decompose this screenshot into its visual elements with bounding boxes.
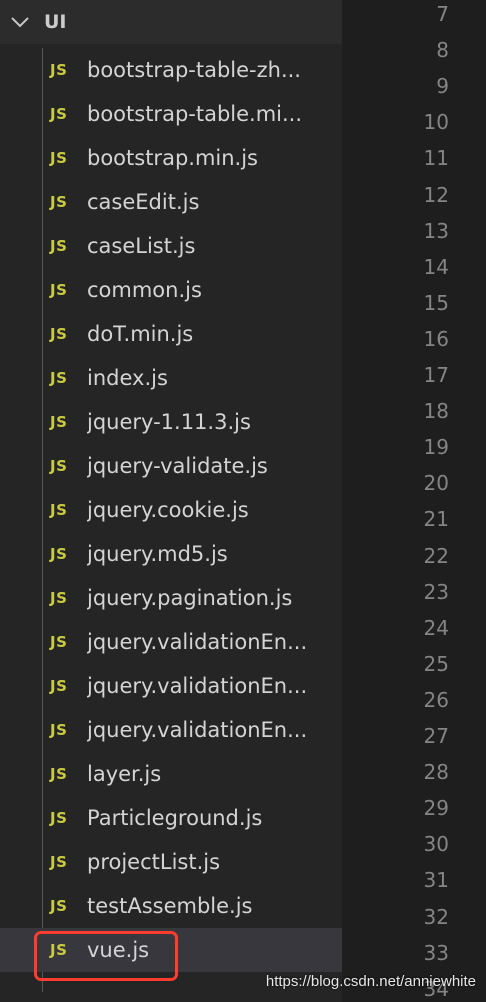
file-item[interactable]: JS jquery.validationEn...: [0, 620, 342, 664]
js-file-icon: JS: [50, 853, 68, 871]
file-name: bootstrap-table-zh...: [87, 58, 301, 82]
file-item[interactable]: JS layer.js: [0, 752, 342, 796]
file-item[interactable]: JS projectList.js: [0, 840, 342, 884]
line-number: 15: [423, 290, 449, 315]
folder-name: UI: [44, 11, 67, 33]
line-number: 25: [423, 651, 449, 676]
file-name: testAssemble.js: [87, 894, 253, 918]
js-file-icon: JS: [50, 897, 68, 915]
file-name: bootstrap.min.js: [87, 146, 258, 170]
js-file-icon: JS: [50, 61, 68, 79]
js-file-icon: JS: [50, 281, 68, 299]
line-number: 9: [436, 74, 449, 99]
line-number: 17: [423, 363, 449, 387]
file-item[interactable]: JS jquery.validationEn...: [0, 664, 342, 708]
line-number: 18: [423, 399, 449, 424]
line-number: 19: [423, 435, 449, 460]
line-number: 31: [423, 868, 449, 893]
file-name: bootstrap-table.mi...: [87, 102, 303, 126]
file-list: JS bootstrap-table-zh... JS bootstrap-table…: [0, 48, 342, 972]
js-file-icon: JS: [50, 633, 68, 651]
line-number: 26: [423, 687, 449, 712]
line-number: 21: [423, 507, 449, 532]
js-file-icon: JS: [50, 369, 68, 387]
line-number: 32: [423, 904, 449, 929]
js-file-icon: JS: [50, 501, 68, 519]
line-number: 33: [423, 940, 449, 965]
file-name: layer.js: [87, 762, 162, 786]
folder-header[interactable]: UI: [0, 0, 342, 44]
file-item[interactable]: JS index.js: [0, 356, 342, 400]
line-number: 14: [423, 254, 449, 279]
line-number: 8: [436, 38, 449, 63]
js-file-icon: JS: [50, 105, 68, 123]
file-item[interactable]: JS jquery-validate.js: [0, 444, 342, 488]
js-file-icon: JS: [50, 809, 68, 827]
file-name: jquery-validate.js: [87, 454, 268, 478]
file-item[interactable]: JS bootstrap-table.mi...: [0, 92, 342, 136]
file-name: caseEdit.js: [87, 190, 200, 214]
line-number: 20: [423, 471, 449, 496]
js-file-icon: JS: [50, 413, 68, 431]
file-item[interactable]: JS testAssemble.js: [0, 884, 342, 928]
file-name: jquery-1.11.3.js: [87, 410, 251, 434]
js-file-icon: JS: [50, 589, 68, 607]
file-name: jquery.pagination.js: [87, 586, 293, 610]
js-file-icon: JS: [50, 149, 68, 167]
line-number-gutter: 7 8 9 10 11 12 13 14 15 16 17 18 19 20 21 22 23 24 25 26 27 2…: [342, 0, 486, 1002]
file-name: jquery.validationEn...: [87, 674, 308, 698]
file-explorer: UI JS bootstrap-table-zh... JS bootstrap-ta…: [0, 0, 342, 1002]
js-file-icon: JS: [50, 237, 68, 255]
line-number: 28: [423, 760, 449, 785]
file-item[interactable]: JS common.js: [0, 268, 342, 312]
line-number: 24: [423, 615, 449, 640]
js-file-icon: JS: [50, 721, 68, 739]
file-item[interactable]: JS jquery-1.11.3.js: [0, 400, 342, 444]
js-file-icon: JS: [50, 545, 68, 563]
js-file-icon: JS: [50, 677, 68, 695]
file-item[interactable]: JS doT.min.js: [0, 312, 342, 356]
file-name: jquery.validationEn...: [87, 630, 308, 654]
file-item[interactable]: JS caseList.js: [0, 224, 342, 268]
file-item[interactable]: JS jquery.cookie.js: [0, 488, 342, 532]
selection-annotation-box: [34, 931, 178, 981]
file-name: jquery.md5.js: [87, 542, 228, 566]
file-name: jquery.cookie.js: [87, 498, 249, 522]
line-number: 12: [423, 182, 449, 207]
line-number: 10: [423, 110, 449, 135]
line-number: 29: [423, 796, 449, 821]
file-item[interactable]: JS jquery.md5.js: [0, 532, 342, 576]
line-number: 30: [423, 832, 449, 857]
file-name: projectList.js: [87, 850, 221, 874]
file-name: doT.min.js: [87, 322, 194, 346]
file-item[interactable]: JS bootstrap-table-zh...: [0, 48, 342, 92]
line-number: 22: [423, 543, 449, 568]
line-number: 11: [423, 146, 449, 171]
js-file-icon: JS: [50, 325, 68, 343]
file-name: Particleground.js: [87, 806, 263, 830]
line-number: 7: [436, 2, 449, 26]
js-file-icon: JS: [50, 765, 68, 783]
line-number: 16: [423, 326, 449, 351]
line-number: 27: [423, 724, 449, 748]
file-name: jquery.validationEn...: [87, 718, 308, 742]
file-item[interactable]: JS caseEdit.js: [0, 180, 342, 224]
watermark: https://blog.csdn.net/anniewhite: [265, 973, 476, 990]
file-item[interactable]: JS jquery.pagination.js: [0, 576, 342, 620]
js-file-icon: JS: [50, 457, 68, 475]
file-name: index.js: [87, 366, 168, 390]
line-number: 13: [423, 218, 449, 243]
file-item[interactable]: JS bootstrap.min.js: [0, 136, 342, 180]
chevron-down-icon[interactable]: [10, 15, 30, 29]
file-name: caseList.js: [87, 234, 196, 258]
file-item[interactable]: JS Particleground.js: [0, 796, 342, 840]
line-number: 23: [423, 579, 449, 604]
file-item[interactable]: JS jquery.validationEn...: [0, 708, 342, 752]
file-name: common.js: [87, 278, 202, 302]
js-file-icon: JS: [50, 193, 68, 211]
